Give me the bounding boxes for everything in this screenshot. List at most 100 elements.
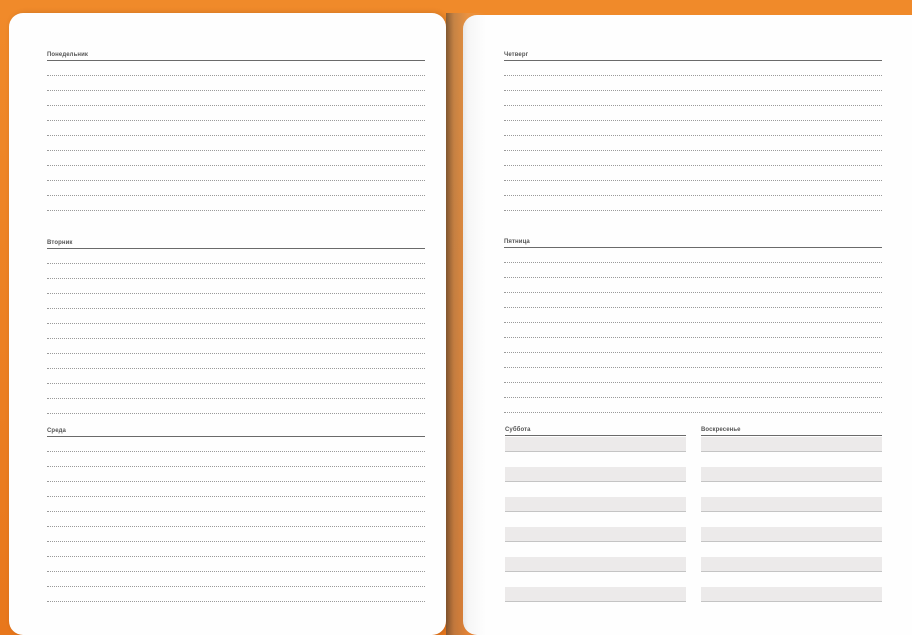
writing-line[interactable]: [701, 481, 882, 482]
right-page: Четверг Пятница Суббота Воскресенье: [463, 15, 912, 635]
shaded-row[interactable]: [505, 467, 686, 481]
day-title: Четверг: [504, 52, 529, 58]
writing-lines[interactable]: [505, 436, 686, 606]
writing-line[interactable]: [504, 90, 882, 91]
left-page: Понедельник Вторник Среда: [9, 13, 446, 635]
writing-line[interactable]: [47, 278, 425, 279]
writing-line[interactable]: [504, 382, 882, 383]
writing-lines[interactable]: [47, 249, 425, 419]
writing-line[interactable]: [505, 451, 686, 452]
writing-lines[interactable]: [504, 61, 882, 217]
writing-line[interactable]: [47, 263, 425, 264]
writing-line[interactable]: [504, 262, 882, 263]
day-section-monday: Понедельник: [47, 51, 425, 217]
writing-line[interactable]: [504, 105, 882, 106]
writing-line[interactable]: [47, 353, 425, 354]
writing-line[interactable]: [504, 180, 882, 181]
writing-line[interactable]: [47, 413, 425, 414]
writing-line[interactable]: [504, 135, 882, 136]
writing-lines[interactable]: [504, 248, 882, 418]
writing-line[interactable]: [47, 586, 425, 587]
writing-line[interactable]: [47, 135, 425, 136]
writing-line[interactable]: [47, 75, 425, 76]
writing-line[interactable]: [47, 195, 425, 196]
writing-line[interactable]: [504, 75, 882, 76]
writing-line[interactable]: [47, 90, 425, 91]
day-section-sunday: Воскресенье: [701, 426, 882, 606]
day-section-saturday: Суббота: [505, 426, 686, 606]
shaded-row[interactable]: [505, 527, 686, 541]
day-title: Понедельник: [47, 52, 88, 58]
writing-line[interactable]: [504, 150, 882, 151]
writing-line[interactable]: [47, 466, 425, 467]
writing-line[interactable]: [47, 526, 425, 527]
shaded-row[interactable]: [505, 497, 686, 511]
shaded-row[interactable]: [505, 437, 686, 451]
writing-line[interactable]: [47, 308, 425, 309]
writing-lines[interactable]: [47, 61, 425, 217]
shaded-row[interactable]: [701, 467, 882, 481]
writing-line[interactable]: [701, 541, 882, 542]
day-title: Среда: [47, 428, 66, 434]
writing-line[interactable]: [504, 337, 882, 338]
writing-line[interactable]: [47, 481, 425, 482]
writing-line[interactable]: [504, 307, 882, 308]
writing-lines[interactable]: [47, 437, 425, 607]
writing-line[interactable]: [701, 601, 882, 602]
writing-line[interactable]: [504, 165, 882, 166]
writing-line[interactable]: [47, 150, 425, 151]
writing-line[interactable]: [504, 412, 882, 413]
day-section-tuesday: Вторник: [47, 239, 425, 419]
writing-line[interactable]: [47, 541, 425, 542]
day-title: Пятница: [504, 239, 530, 245]
writing-line[interactable]: [47, 511, 425, 512]
writing-line[interactable]: [47, 338, 425, 339]
writing-line[interactable]: [504, 210, 882, 211]
shaded-row[interactable]: [701, 557, 882, 571]
writing-line[interactable]: [47, 165, 425, 166]
writing-line[interactable]: [504, 322, 882, 323]
writing-line[interactable]: [701, 451, 882, 452]
writing-line[interactable]: [47, 451, 425, 452]
writing-line[interactable]: [701, 571, 882, 572]
writing-line[interactable]: [505, 571, 686, 572]
day-section-wednesday: Среда: [47, 427, 425, 607]
writing-line[interactable]: [47, 105, 425, 106]
writing-line[interactable]: [47, 398, 425, 399]
writing-line[interactable]: [505, 481, 686, 482]
writing-line[interactable]: [505, 601, 686, 602]
shaded-row[interactable]: [701, 437, 882, 451]
writing-line[interactable]: [505, 541, 686, 542]
writing-line[interactable]: [504, 397, 882, 398]
writing-line[interactable]: [47, 383, 425, 384]
writing-line[interactable]: [504, 120, 882, 121]
writing-line[interactable]: [47, 293, 425, 294]
day-section-thursday: Четверг: [504, 51, 882, 217]
day-title: Воскресенье: [701, 427, 741, 433]
writing-line[interactable]: [47, 496, 425, 497]
writing-line[interactable]: [47, 120, 425, 121]
writing-line[interactable]: [47, 210, 425, 211]
writing-lines[interactable]: [701, 436, 882, 606]
shaded-row[interactable]: [701, 497, 882, 511]
writing-line[interactable]: [504, 352, 882, 353]
shaded-row[interactable]: [505, 557, 686, 571]
writing-line[interactable]: [47, 323, 425, 324]
day-title: Вторник: [47, 240, 73, 246]
day-title: Суббота: [505, 427, 531, 433]
writing-line[interactable]: [47, 180, 425, 181]
shaded-row[interactable]: [701, 527, 882, 541]
shaded-row[interactable]: [505, 587, 686, 601]
day-section-friday: Пятница: [504, 238, 882, 418]
writing-line[interactable]: [701, 511, 882, 512]
writing-line[interactable]: [504, 195, 882, 196]
writing-line[interactable]: [47, 368, 425, 369]
writing-line[interactable]: [504, 367, 882, 368]
writing-line[interactable]: [47, 601, 425, 602]
writing-line[interactable]: [504, 292, 882, 293]
writing-line[interactable]: [504, 277, 882, 278]
writing-line[interactable]: [47, 571, 425, 572]
writing-line[interactable]: [505, 511, 686, 512]
shaded-row[interactable]: [701, 587, 882, 601]
writing-line[interactable]: [47, 556, 425, 557]
